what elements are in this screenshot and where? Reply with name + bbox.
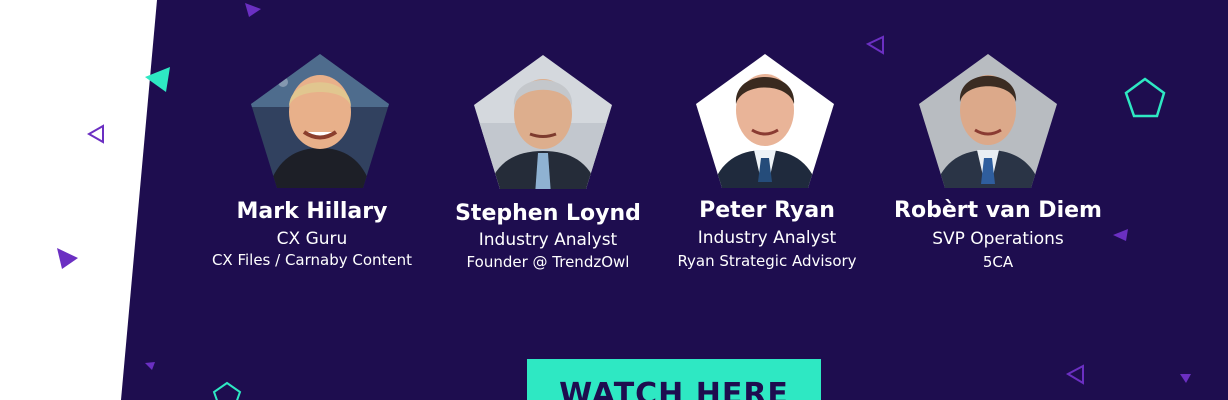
speaker-role: SVP Operations — [932, 229, 1064, 249]
triangle-icon — [57, 248, 78, 269]
speaker-role: Industry Analyst — [478, 230, 618, 250]
speaker-organization: CX Files / Carnaby Content — [211, 251, 413, 269]
speaker-portrait-robert-van-diem — [919, 54, 1057, 188]
triangle-icon — [86, 124, 104, 144]
speaker-organization: Founder @ TrendzOwl — [466, 253, 630, 271]
speaker-role: CX Guru — [276, 229, 348, 249]
speaker-portrait-peter-ryan — [696, 54, 834, 188]
speaker-role: Industry Analyst — [697, 228, 837, 248]
speaker-name: Peter Ryan — [699, 198, 835, 223]
speaker-name: Robèrt van Diem — [894, 198, 1102, 223]
speaker-name: Mark Hillary — [236, 199, 388, 224]
speaker-organization: Ryan Strategic Advisory — [677, 252, 857, 270]
speaker-portrait-stephen-loynd — [474, 55, 612, 189]
watch-here-button[interactable]: WATCH HERE — [527, 359, 821, 400]
speaker-organization: 5CA — [982, 253, 1014, 271]
speaker-name: Stephen Loynd — [455, 201, 641, 226]
speaker-portrait-mark-hillary — [251, 54, 389, 188]
webinar-speakers-banner: Mark Hillary CX Guru CX Files / Carnaby … — [0, 0, 1228, 400]
